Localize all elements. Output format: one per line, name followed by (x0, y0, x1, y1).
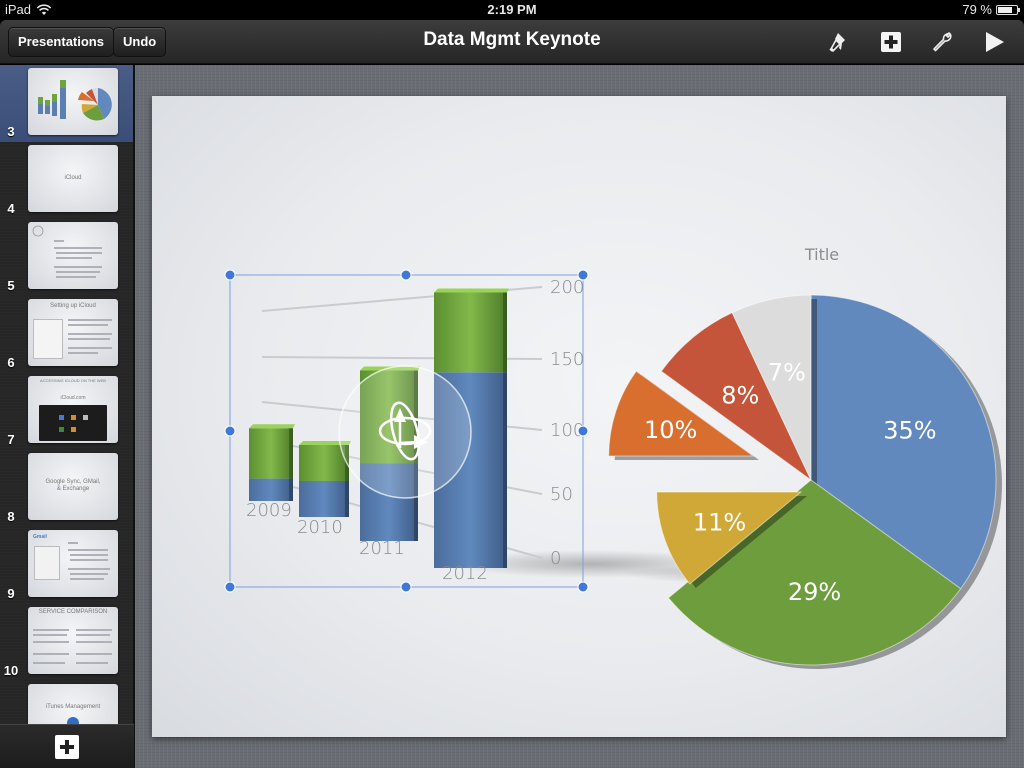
sidebar-footer (0, 724, 134, 768)
bar-segment-series-2-2009[interactable] (249, 428, 293, 479)
slide-thumbnail-9[interactable]: Gmail 9 (0, 527, 134, 604)
slide-preview: ACCESSING iCLOUD ON THE WEB iCloud.com (28, 376, 118, 443)
y-tick-label: 200 (550, 277, 584, 298)
pie-slice-label: 35% (883, 417, 936, 445)
x-tick-label: 2010 (297, 517, 343, 538)
slide-preview: iTunes Management (28, 684, 118, 724)
bar-top-2009 (249, 424, 295, 429)
pie-slice-label: 8% (721, 381, 759, 409)
slide-preview (28, 222, 118, 289)
slide-preview (28, 68, 118, 135)
slide-thumbnail-3[interactable]: 3 (0, 65, 134, 142)
status-bar: iPad 2:19 PM 79 % (0, 0, 1024, 20)
slide-thumbnail-5[interactable]: 5 (0, 219, 134, 296)
slide-preview-title: SERVICE COMPARISON (38, 609, 108, 615)
y-tick-label: 0 (550, 548, 561, 569)
slide-editor[interactable]: 0 50 100 150 200 2009 2010 2011 2012 Tit… (152, 96, 1006, 737)
resize-handle[interactable] (224, 269, 236, 281)
slide-number: 3 (7, 124, 15, 139)
y-tick-label: 50 (550, 484, 573, 505)
slide-number: 5 (7, 278, 15, 293)
resize-handle[interactable] (577, 425, 589, 437)
x-tick-label: 2009 (246, 500, 292, 521)
pie-slice-label: 29% (788, 578, 841, 606)
pie-slice-label: 10% (644, 416, 697, 444)
slide-thumbnail-7[interactable]: ACCESSING iCLOUD ON THE WEB iCloud.com 7 (0, 373, 134, 450)
resize-handle[interactable] (224, 425, 236, 437)
clock: 2:19 PM (487, 2, 537, 17)
slide-preview-title: iCloud (64, 175, 82, 181)
bar-chart-y-axis: 050100150200 (550, 277, 584, 569)
slide-preview-title: Setting up iCloud (50, 303, 96, 309)
bar-segment-series-2-2012[interactable] (434, 292, 507, 373)
wrench-icon[interactable] (929, 29, 955, 55)
bar-side-2009 (289, 428, 293, 501)
battery-icon (996, 4, 1020, 15)
presentations-button[interactable]: Presentations (8, 27, 114, 57)
resize-handle[interactable] (400, 269, 412, 281)
bar-segment-series-1-2009[interactable] (249, 478, 293, 501)
slide-thumbnail-11[interactable]: iTunes Management (0, 681, 134, 724)
slide-preview: iCloud (28, 145, 118, 212)
slide-number: 7 (7, 432, 15, 447)
slide-preview-title: ACCESSING iCLOUD ON THE WEB (40, 378, 106, 383)
slide-thumbnail-8[interactable]: Google Sync, GMail, & Exchange 8 (0, 450, 134, 527)
x-tick-label: 2011 (359, 538, 405, 559)
add-slide-button[interactable] (55, 735, 79, 759)
rotate-3d-control[interactable] (338, 365, 472, 499)
pie-chart[interactable]: 35% 29% 11% 10% 8% 7% (608, 294, 1002, 669)
pie-slice-label: 7% (768, 359, 806, 387)
cloud-icon (32, 225, 44, 237)
toolbar: Presentations Undo Data Mgmt Keynote (0, 20, 1024, 64)
slide-preview: Setting up iCloud (28, 299, 118, 366)
battery-indicator: 79 % (962, 2, 1020, 17)
bar-segment-series-1-2010[interactable] (299, 481, 349, 517)
play-icon[interactable] (981, 29, 1007, 55)
y-tick-label: 150 (550, 349, 584, 370)
slide-preview: SERVICE COMPARISON (28, 607, 118, 674)
slide-number: 4 (7, 201, 15, 216)
slide-number: 10 (3, 663, 19, 678)
resize-handle[interactable] (224, 581, 236, 593)
slide-thumbnail-10[interactable]: SERVICE COMPARISON 10 (0, 604, 134, 681)
slide-number: 9 (7, 586, 15, 601)
slide-preview-title: iTunes Management (45, 704, 101, 710)
resize-handle[interactable] (400, 581, 412, 593)
insert-plus-icon[interactable] (878, 29, 904, 55)
bar-side-2012 (503, 292, 507, 568)
x-tick-label: 2012 (442, 563, 488, 584)
resize-handle[interactable] (577, 269, 589, 281)
paintbrush-icon[interactable] (826, 29, 852, 55)
resize-handle[interactable] (577, 581, 589, 593)
slide-thumbnail-4[interactable]: iCloud 4 (0, 142, 134, 219)
battery-percent: 79 % (962, 2, 992, 17)
slide-navigator[interactable]: 3 iCloud 4 5 Setting up iCloud 6 ACCESSI… (0, 65, 134, 724)
slide-preview-title: Google Sync, GMail, & Exchange (45, 479, 101, 492)
slide-number: 8 (7, 509, 15, 524)
slide-number: 6 (7, 355, 15, 370)
slide-preview-subtitle: iCloud.com (60, 395, 86, 401)
slide-thumbnail-6[interactable]: Setting up iCloud 6 (0, 296, 134, 373)
pie-slice-label: 11% (693, 508, 746, 536)
bar-top-2012 (434, 288, 509, 293)
pie-chart-title: Title (804, 245, 839, 264)
undo-button[interactable]: Undo (113, 27, 167, 57)
slide-preview: Google Sync, GMail, & Exchange (28, 453, 118, 520)
plus-icon (60, 740, 74, 754)
slide-charts: 050100150200 2009201020112012 Title 35%2… (224, 245, 1002, 669)
slide-preview: Gmail (28, 530, 118, 597)
